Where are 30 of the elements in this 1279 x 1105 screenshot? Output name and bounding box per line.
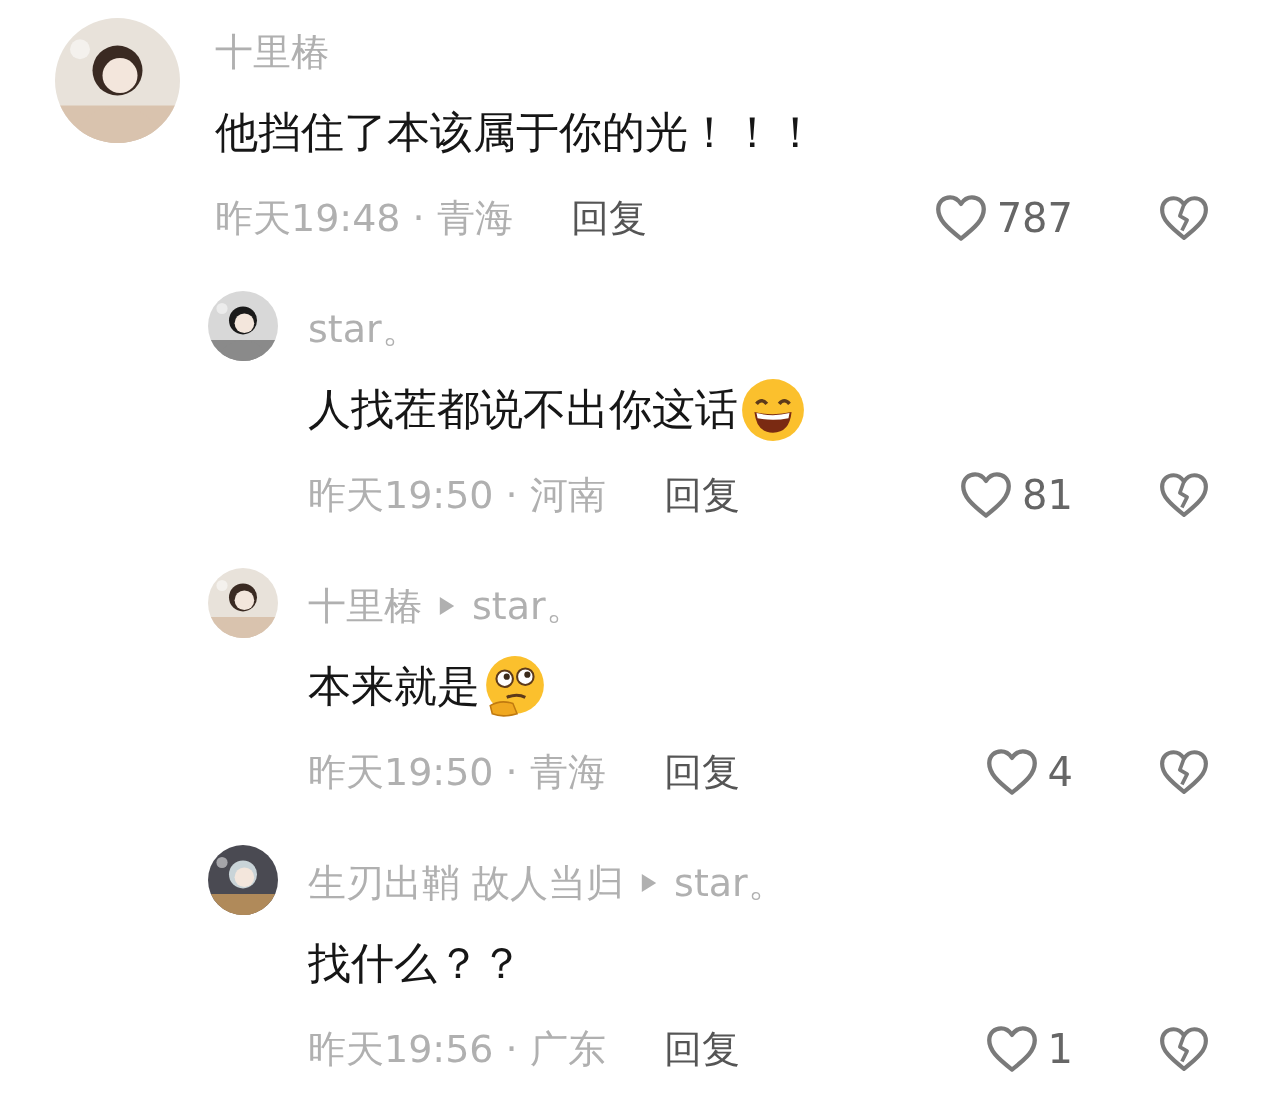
like-button[interactable]: 787 [934,194,1073,242]
reply-arrow-icon [438,595,456,617]
timestamp-location: 昨天19:48 · 青海 [215,194,513,242]
heart-icon [960,471,1013,519]
reply-button[interactable]: 回复 [663,746,740,798]
heart-icon [985,1025,1038,1073]
broken-heart-icon[interactable] [1159,748,1209,796]
broken-heart-icon[interactable] [1159,471,1209,519]
timestamp-location: 昨天19:56 · 广东 [308,1025,606,1073]
comment-text: 人找茬都说不出你这话 [308,383,738,436]
like-count: 4 [1047,749,1073,795]
reply-button[interactable]: 回复 [570,192,647,244]
heart-icon [985,748,1038,796]
broken-heart-icon[interactable] [1159,1025,1209,1073]
timestamp-location: 昨天19:50 · 青海 [308,748,606,796]
like-button[interactable]: 4 [985,748,1073,796]
like-button[interactable]: 81 [960,471,1073,519]
like-count: 81 [1022,472,1073,518]
comment-text: 他挡住了本该属于你的光！！！ [215,106,817,159]
like-count: 787 [996,195,1073,241]
broken-heart-icon[interactable] [1159,194,1209,242]
heart-icon [934,194,987,242]
comment-text: 本来就是 [308,660,480,713]
reply-button[interactable]: 回复 [663,469,740,521]
timestamp-location: 昨天19:50 · 河南 [308,471,606,519]
like-count: 1 [1047,1026,1073,1072]
reply-button[interactable]: 回复 [663,1023,740,1075]
like-button[interactable]: 1 [985,1025,1073,1073]
comment-text: 找什么？？ [308,937,523,990]
grinning-emoji-icon [740,377,806,443]
